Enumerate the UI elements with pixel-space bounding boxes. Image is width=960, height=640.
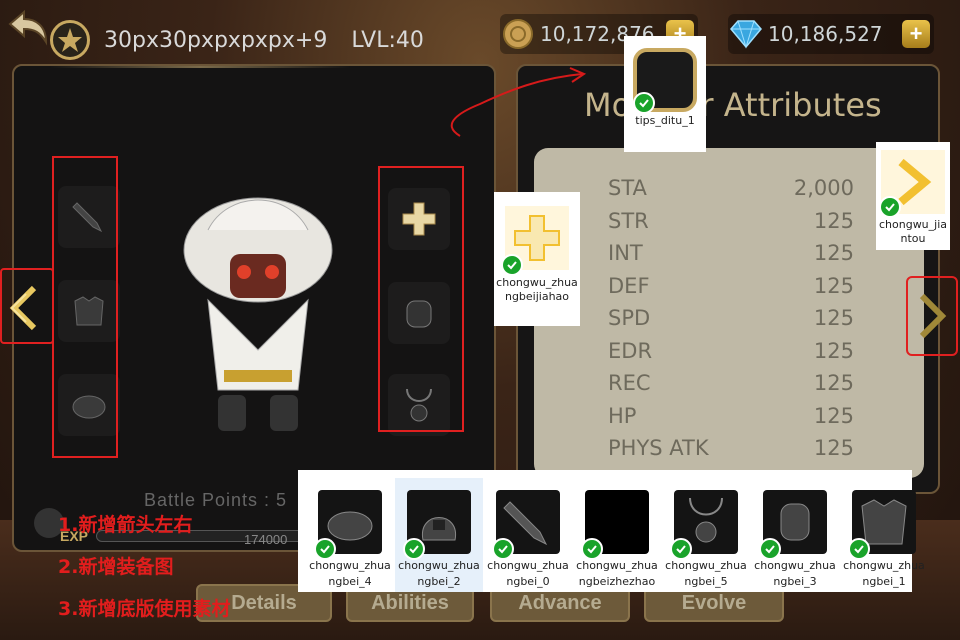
check-icon — [501, 254, 523, 276]
check-icon — [492, 538, 514, 560]
battle-points: Battle Points : 5 — [144, 490, 288, 510]
gem-value: 10,186,527 — [768, 22, 883, 46]
asset-label: chongwu_zhuangbei_1 — [843, 559, 925, 588]
pet-level: LVL:40 — [351, 27, 424, 53]
annotation-box-arrow-left — [0, 268, 54, 344]
attribute-name: EDR — [608, 338, 653, 363]
attribute-name: DEF — [608, 273, 650, 298]
gem-currency: 10,186,527 + — [728, 14, 934, 54]
attribute-value: 125 — [813, 241, 854, 265]
asset-card-tips: tips_ditu_1 — [624, 36, 706, 152]
check-icon — [581, 538, 603, 560]
asset-strip-item[interactable]: chongwu_zhuangbei_5 — [662, 478, 750, 590]
attribute-name: STR — [608, 208, 649, 233]
pet-character — [168, 190, 348, 440]
equipment-thumb-icon — [581, 490, 649, 560]
star-icon — [50, 20, 90, 60]
annotation-box-left — [52, 156, 118, 458]
asset-label: tips_ditu_1 — [635, 114, 695, 127]
exp-value: 174000 — [244, 532, 288, 547]
attribute-row: HP 125 — [608, 404, 854, 428]
attribute-value: 125 — [813, 306, 854, 330]
annotation-note-2: 2.新增装备图 — [58, 556, 174, 578]
equipment-thumb-icon — [848, 490, 916, 560]
annotation-arrow — [450, 67, 587, 137]
gold-coin-icon — [500, 16, 536, 52]
check-icon — [670, 538, 692, 560]
check-icon — [314, 538, 336, 560]
attribute-row: INT 125 — [608, 241, 854, 265]
check-icon — [403, 538, 425, 560]
asset-strip-item[interactable]: chongwu_zhuangbeizhezhao — [573, 478, 661, 590]
annotation-note-3: 3.新增底版使用素材 — [58, 598, 231, 620]
asset-label: chongwu_zhuangbei_5 — [665, 559, 747, 588]
attribute-value: 125 — [813, 403, 854, 428]
attribute-row: SPD 125 — [608, 306, 854, 330]
attribute-name: STA — [608, 176, 647, 200]
attribute-row: PHYS ATK 125 — [608, 436, 854, 460]
attribute-name: HP — [608, 403, 637, 428]
add-gem-button[interactable]: + — [902, 20, 930, 48]
equipment-thumb-icon — [314, 490, 382, 560]
equipment-thumb-icon — [492, 490, 560, 560]
equipment-thumb-icon — [403, 490, 471, 560]
check-icon — [879, 196, 901, 218]
equipment-thumb-icon — [670, 490, 738, 560]
attribute-value: 125 — [813, 273, 854, 298]
attribute-name: INT — [608, 241, 643, 265]
attribute-value: 125 — [813, 436, 854, 460]
annotation-box-right — [378, 166, 464, 432]
attribute-row: STR 125 — [608, 209, 854, 233]
check-icon — [848, 538, 870, 560]
asset-strip-item[interactable]: chongwu_zhuangbei_0 — [484, 478, 572, 590]
asset-card-jiantou: chongwu_jiantou — [876, 142, 950, 250]
plus-glow-thumb — [501, 206, 569, 276]
asset-strip-item[interactable]: chongwu_zhuangbei_2 — [395, 478, 483, 592]
asset-label: chongwu_zhuangbei_3 — [754, 559, 836, 588]
asset-card-beijiahao: chongwu_zhuangbeijiahao — [494, 192, 580, 326]
diamond-icon — [728, 16, 764, 52]
pet-title: 30px30pxpxpxpx+9 LVL:40 — [50, 20, 424, 60]
asset-strip-item[interactable]: chongwu_zhuangbei_1 — [840, 478, 928, 590]
asset-strip-item[interactable]: chongwu_zhuangbei_3 — [751, 478, 839, 590]
check-icon — [759, 538, 781, 560]
back-arrow-icon — [8, 9, 48, 46]
annotation-box-arrow-right — [906, 276, 958, 356]
attribute-value: 125 — [813, 338, 854, 363]
title-divider — [50, 66, 350, 68]
asset-strip-item[interactable]: chongwu_zhuangbei_4 — [306, 478, 394, 590]
check-icon — [633, 92, 655, 114]
attribute-value: 125 — [813, 371, 854, 395]
tips-frame-thumb — [633, 48, 697, 114]
arrow-glow-thumb — [879, 150, 945, 218]
attribute-value: 2,000 — [793, 176, 854, 200]
asset-label: chongwu_zhuangbei_4 — [309, 559, 391, 588]
asset-label: chongwu_zhuangbeijiahao — [496, 276, 578, 303]
back-button[interactable] — [6, 6, 50, 50]
attribute-value: 125 — [813, 208, 854, 233]
asset-label: chongwu_jiantou — [878, 218, 948, 245]
attribute-row: STA 2,000 — [608, 176, 854, 200]
asset-label: chongwu_zhuangbei_2 — [398, 559, 480, 588]
attribute-row: REC 125 — [608, 371, 854, 395]
annotation-note-1: 1.新增箭头左右 — [58, 514, 193, 536]
attribute-name: PHYS ATK — [608, 436, 709, 460]
attribute-row: DEF 125 — [608, 274, 854, 298]
asset-label: chongwu_zhuangbei_0 — [487, 559, 569, 588]
attribute-name: REC — [608, 371, 651, 395]
pet-name: 30px30pxpxpxpx+9 — [104, 27, 328, 53]
asset-label: chongwu_zhuangbeizhezhao — [576, 559, 658, 588]
attribute-row: EDR 125 — [608, 339, 854, 363]
attribute-name: SPD — [608, 306, 651, 330]
equipment-thumb-icon — [759, 490, 827, 560]
